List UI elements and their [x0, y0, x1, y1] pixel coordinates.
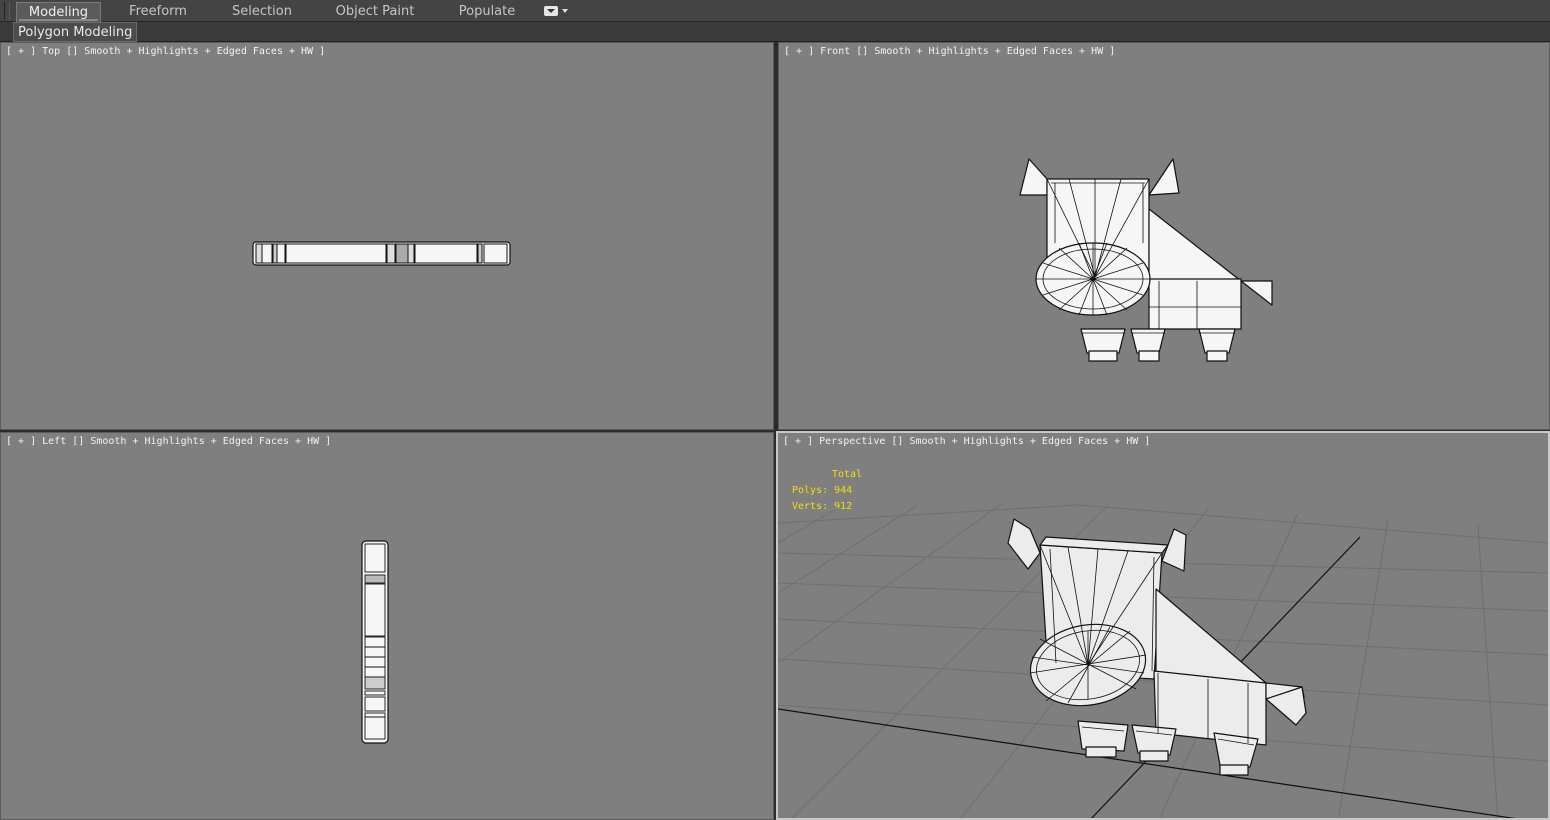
- tab-modeling[interactable]: Modeling: [16, 2, 101, 22]
- tab-selection[interactable]: Selection: [222, 2, 302, 22]
- ribbon-grip-handle[interactable]: [4, 2, 10, 20]
- ribbon-tab-bar: Modeling Freeform Selection Object Paint…: [0, 0, 1550, 22]
- viewport-front[interactable]: [ + ] Front [] Smooth + Highlights + Edg…: [778, 42, 1550, 430]
- ribbon-panel: Polygon Modeling: [0, 22, 1550, 42]
- tab-object-paint[interactable]: Object Paint: [332, 2, 418, 22]
- left-view-model: [361, 540, 389, 744]
- ribbon-options-dropdown[interactable]: [544, 6, 570, 18]
- chevron-down-icon: [562, 9, 568, 13]
- front-view-model: [1019, 158, 1273, 362]
- dropdown-icon: [544, 6, 558, 16]
- top-view-model: [252, 241, 511, 266]
- tab-freeform[interactable]: Freeform: [118, 2, 198, 22]
- viewport-perspective[interactable]: [ + ] Perspective [] Smooth + Highlights…: [776, 431, 1550, 820]
- viewport-left[interactable]: [ + ] Left [] Smooth + Highlights + Edge…: [0, 432, 774, 820]
- tab-populate[interactable]: Populate: [450, 2, 524, 22]
- polygon-modeling-panel-button[interactable]: Polygon Modeling: [13, 22, 138, 42]
- viewport-top[interactable]: [ + ] Top [] Smooth + Highlights + Edged…: [0, 42, 774, 430]
- perspective-view-model: [778, 502, 1548, 818]
